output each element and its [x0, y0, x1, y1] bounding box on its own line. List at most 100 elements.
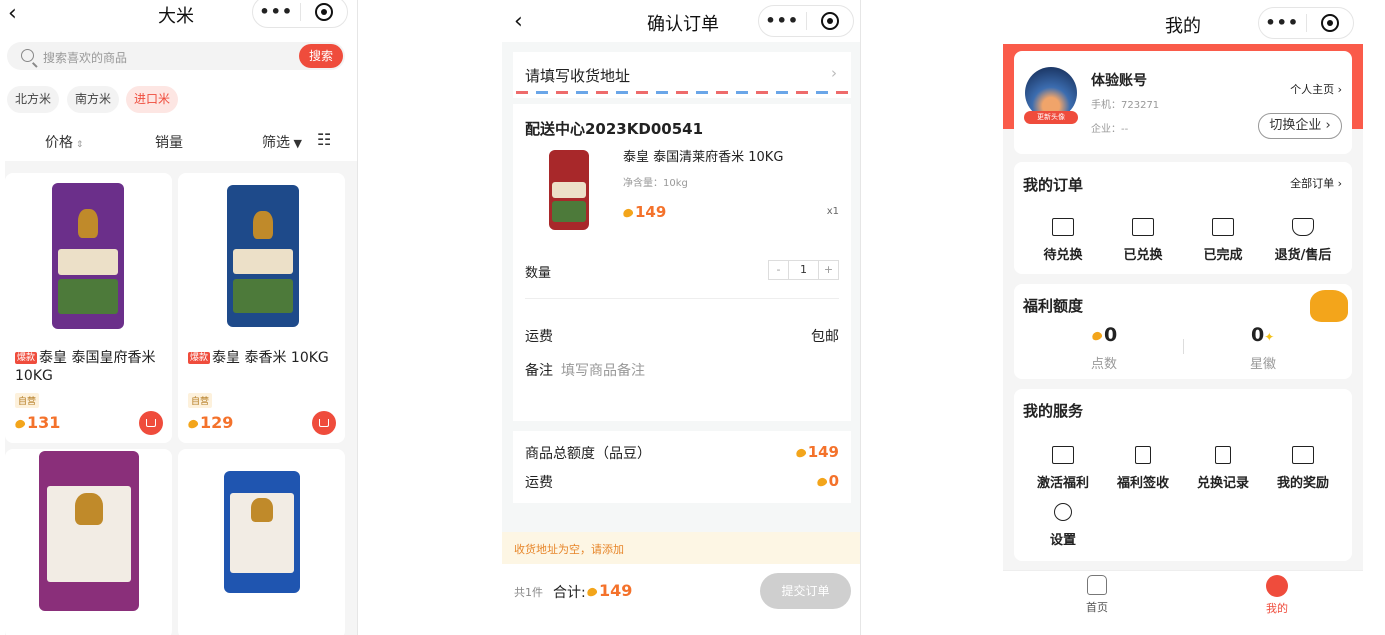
total-label: 商品总额度（品豆）: [525, 446, 651, 462]
item-price: 149: [621, 203, 666, 221]
order-refund[interactable]: 退货/售后: [1268, 218, 1338, 263]
order-pending-label: 待兑换: [1043, 248, 1083, 263]
product-card[interactable]: [178, 449, 345, 635]
quantity-value[interactable]: 1: [789, 261, 818, 279]
close-program-icon[interactable]: [300, 3, 347, 21]
product-price: 131: [13, 413, 61, 432]
welfare-title: 福利额度: [1023, 297, 1084, 315]
switch-company-label: 切换企业: [1269, 118, 1322, 133]
quantity-label: 数量: [525, 266, 552, 281]
orders-card: 我的订单 全部订单 › 待兑换 已兑换 已完成 退货/售后: [1014, 162, 1352, 274]
points-label: 点数: [1091, 357, 1118, 372]
order-redeemed-label: 已兑换: [1123, 248, 1163, 263]
home-link-label: 个人主页: [1290, 83, 1335, 96]
service-settings[interactable]: 设置: [1028, 503, 1098, 548]
plus-button[interactable]: +: [818, 261, 838, 279]
search-bar[interactable]: 搜索喜欢的商品 搜索: [7, 42, 345, 70]
sum-label: 合计:: [553, 585, 586, 601]
sum-value-text: 149: [599, 581, 633, 600]
item-name: 泰皇 泰国清莱府香米 10KG: [623, 150, 784, 165]
mini-program-capsule: •••: [252, 0, 348, 28]
welfare-card: 福利额度 0 点数 0✦ 星徽: [1014, 284, 1352, 379]
center-name: 配送中心2023KD00541: [525, 120, 704, 138]
search-button[interactable]: 搜索: [299, 44, 343, 68]
profile-panel: 我的 ••• 更新头像 体验账号 手机：723271 企业：-- 个人主页 › …: [861, 0, 1385, 635]
order-completed[interactable]: 已完成: [1188, 218, 1258, 263]
product-name: 爆款 泰皇 泰国皇府香米10KG: [15, 349, 165, 385]
divider: [525, 298, 839, 299]
coin-bag-icon: [1310, 290, 1348, 322]
switch-company-button[interactable]: 切换企业 ›: [1258, 113, 1342, 139]
search-input[interactable]: 搜索喜欢的商品: [43, 49, 127, 66]
stars-value-text: 0: [1251, 324, 1265, 346]
sum-value: 149: [585, 581, 633, 600]
points-value: 0: [1090, 324, 1118, 346]
back-arrow-icon[interactable]: ‹: [514, 11, 523, 33]
chevron-right-icon: ›: [1321, 118, 1331, 133]
hot-badge: 爆款: [188, 352, 211, 364]
points-value-text: 0: [1104, 324, 1118, 346]
order-pending[interactable]: 待兑换: [1028, 218, 1098, 263]
product-image: [52, 183, 124, 329]
service-records[interactable]: 兑换记录: [1188, 446, 1258, 491]
more-icon[interactable]: •••: [1259, 8, 1306, 38]
product-name: 爆款 泰皇 泰香米 10KG: [188, 349, 338, 367]
shipping-value: 包邮: [811, 329, 839, 345]
bean-icon: [1090, 330, 1104, 341]
product-grid: 爆款 泰皇 泰国皇府香米10KG 自营 131 爆款 泰皇 泰香米 10KG 自营 …: [5, 161, 358, 635]
order-redeemed[interactable]: 已兑换: [1108, 218, 1178, 263]
filter-button[interactable]: 筛选 ▼: [262, 132, 302, 152]
price-value: 131: [27, 413, 61, 432]
total-value: 149: [794, 443, 839, 461]
service-records-label: 兑换记录: [1196, 476, 1249, 491]
product-list-panel: ‹ 大米 ••• 搜索喜欢的商品 搜索 北方米 南方米 进口米 价格 ⇕ 销量 …: [0, 0, 358, 635]
bean-icon: [13, 418, 27, 429]
completed-icon: [1212, 218, 1234, 236]
more-icon[interactable]: •••: [759, 6, 806, 36]
close-program-icon[interactable]: [806, 12, 853, 30]
chevron-right-icon: ›: [1334, 83, 1342, 96]
item-count: 共1件: [514, 586, 543, 599]
add-to-cart-icon[interactable]: [312, 411, 336, 435]
sort-price[interactable]: 价格 ⇕: [45, 132, 83, 152]
chip-imported-rice[interactable]: 进口米: [126, 86, 179, 113]
minus-button[interactable]: -: [769, 261, 789, 279]
tab-home[interactable]: 首页: [1079, 575, 1115, 615]
self-operated-tag: 自营: [15, 393, 40, 408]
service-rewards[interactable]: 我的奖励: [1268, 446, 1338, 491]
list-view-icon[interactable]: ☷: [317, 130, 331, 149]
order-item-card: 配送中心2023KD00541 泰皇 泰国清莱府香米 10KG 净含量：10kg…: [513, 104, 851, 421]
hot-badge: 爆款: [15, 352, 38, 364]
address-row[interactable]: 请填写收货地址 ›: [513, 52, 851, 98]
filter-label: 筛选: [262, 135, 290, 151]
remark-label: 备注: [525, 363, 553, 379]
fee-value: 0: [815, 472, 839, 490]
sort-bar: 价格 ⇕ 销量 筛选 ▼ ☷: [0, 126, 358, 156]
service-sign[interactable]: 福利签收: [1108, 446, 1178, 491]
submit-order-button[interactable]: 提交订单: [760, 573, 851, 609]
product-card[interactable]: [5, 449, 172, 635]
remark-input[interactable]: 填写商品备注: [561, 360, 645, 380]
chip-south-rice[interactable]: 南方米: [67, 86, 120, 113]
more-icon[interactable]: •••: [253, 0, 300, 27]
profile-card: 更新头像 体验账号 手机：723271 企业：-- 个人主页 › 切换企业 ›: [1014, 51, 1352, 154]
add-to-cart-icon[interactable]: [139, 411, 163, 435]
address-prompt: 请填写收货地址: [525, 67, 631, 85]
update-avatar-badge[interactable]: 更新头像: [1024, 111, 1078, 124]
tab-mine[interactable]: 我的: [1259, 575, 1295, 616]
sort-sales[interactable]: 销量: [155, 132, 183, 152]
page-title: 我的: [1165, 16, 1201, 37]
sort-price-label: 价格: [45, 135, 73, 151]
product-card[interactable]: 爆款 泰皇 泰国皇府香米10KG 自营 131: [5, 173, 172, 443]
home-link[interactable]: 个人主页 ›: [1290, 81, 1342, 97]
service-rewards-label: 我的奖励: [1276, 476, 1329, 491]
mine-icon: [1266, 575, 1288, 597]
service-activate[interactable]: 激活福利: [1028, 446, 1098, 491]
back-arrow-icon[interactable]: ‹: [8, 3, 17, 25]
close-program-icon[interactable]: [1306, 14, 1353, 32]
product-image: [224, 471, 300, 593]
product-card[interactable]: 爆款 泰皇 泰香米 10KG 自营 129: [178, 173, 345, 443]
chip-north-rice[interactable]: 北方米: [7, 86, 60, 113]
order-completed-label: 已完成: [1203, 248, 1243, 263]
all-orders-link[interactable]: 全部订单 ›: [1290, 175, 1342, 191]
